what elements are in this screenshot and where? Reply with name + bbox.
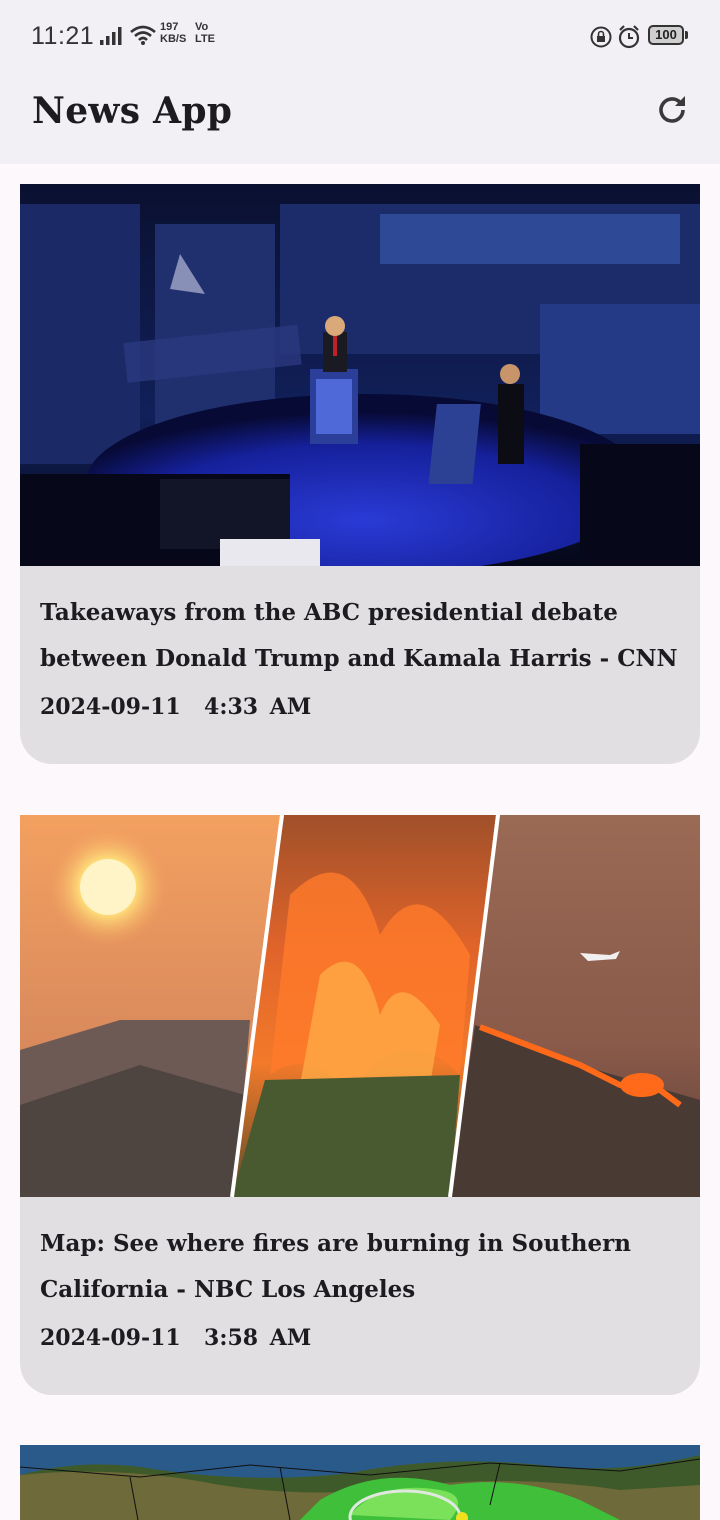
wifi-icon [130, 25, 156, 45]
status-time: 11:21 [31, 22, 95, 50]
news-date: 2024-09-11 3:58 AM [40, 1325, 312, 1351]
news-card[interactable] [20, 1445, 700, 1520]
news-image-debate[interactable] [20, 184, 700, 566]
signal-icon [100, 27, 122, 45]
news-title: Map: See where fires are burning in Sout… [40, 1230, 631, 1303]
news-image-fires[interactable] [20, 815, 700, 1197]
network-speed-value: 197 [160, 21, 179, 33]
news-title: Takeaways from the ABC presidential deba… [40, 599, 678, 672]
volte-bottom: LTE [195, 33, 215, 45]
news-card-body: Takeaways from the ABC presidential deba… [20, 566, 700, 764]
app-title: News App [32, 90, 233, 132]
app-bar: News App [0, 72, 720, 164]
network-speed-unit: KB/S [160, 33, 187, 45]
news-date: 2024-09-11 4:33 AM [40, 694, 312, 720]
news-card[interactable]: Map: See where fires are burning in Sout… [20, 815, 700, 1395]
refresh-button[interactable] [648, 86, 696, 134]
volte-top: Vo [195, 21, 209, 33]
refresh-icon [659, 96, 685, 123]
alarm-icon [618, 25, 640, 49]
status-bar: 11:21 197 KB/S Vo LTE 100 [0, 0, 720, 72]
battery-indicator: 100 [648, 25, 684, 45]
rotation-lock-icon [590, 26, 612, 48]
news-card[interactable]: Takeaways from the ABC presidential deba… [20, 184, 700, 764]
network-speed: 197 KB/S [160, 21, 186, 45]
news-image-weather-map[interactable] [20, 1445, 700, 1520]
news-card-body: Map: See where fires are burning in Sout… [20, 1197, 700, 1395]
battery-tip [685, 31, 688, 39]
volte-indicator: Vo LTE [195, 21, 215, 45]
